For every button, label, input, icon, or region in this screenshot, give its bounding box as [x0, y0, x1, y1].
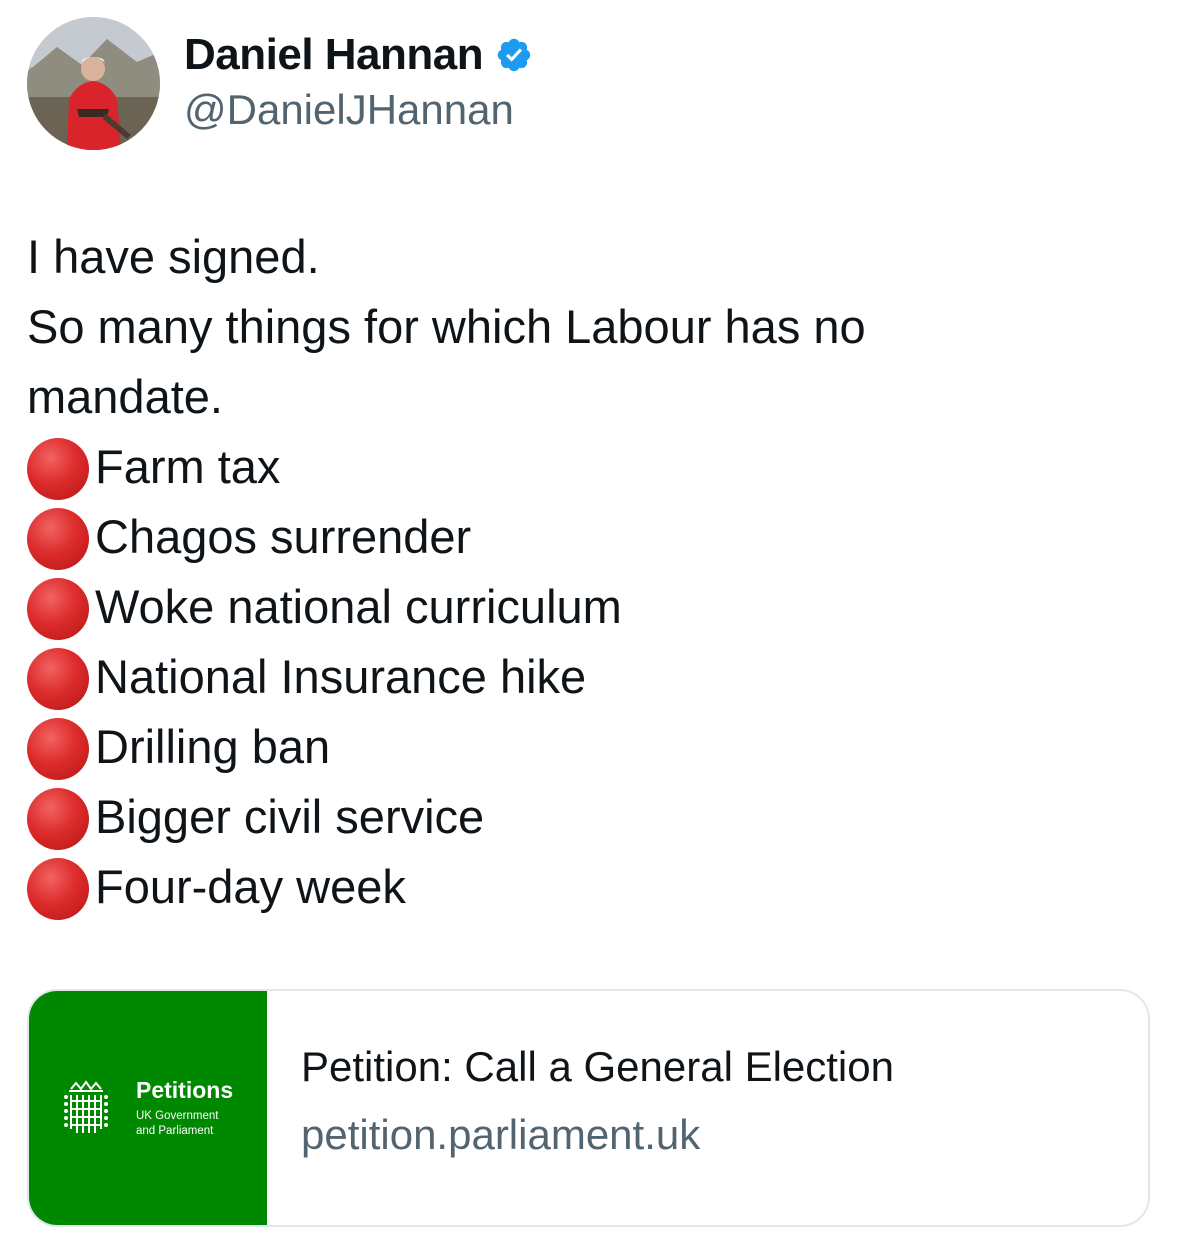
bullet-text: Farm tax — [95, 440, 281, 493]
bullet-text: Chagos surrender — [95, 510, 472, 563]
tweet-line: So many things for which Labour has no — [27, 300, 866, 353]
thumb-title: Petitions — [136, 1077, 234, 1103]
card-thumbnail: Petitions UK Government and Parliament — [29, 991, 267, 1225]
list-item: Four-day week — [27, 852, 1147, 922]
card-title[interactable]: Petition: Call a General Election — [301, 1043, 894, 1091]
red-circle-icon — [27, 508, 89, 570]
red-circle-icon — [27, 438, 89, 500]
list-item: Woke national curriculum — [27, 572, 1147, 642]
author-display-name[interactable]: Daniel Hannan — [184, 30, 484, 80]
tweet-line: mandate. — [27, 370, 223, 423]
bullet-text: National Insurance hike — [95, 650, 587, 703]
verified-badge-icon — [495, 36, 533, 74]
link-preview-card[interactable]: Petitions UK Government and Parliament P… — [27, 989, 1150, 1227]
list-item: National Insurance hike — [27, 642, 1147, 712]
bullet-text: Four-day week — [95, 860, 406, 913]
red-circle-icon — [27, 578, 89, 640]
red-circle-icon — [27, 648, 89, 710]
tweet-line: I have signed. — [27, 230, 320, 283]
tweet-text: I have signed. So many things for which … — [27, 222, 1147, 922]
thumb-subtitle-line: UK Government — [136, 1110, 219, 1122]
card-domain[interactable]: petition.parliament.uk — [301, 1111, 700, 1159]
portcullis-icon — [64, 1080, 108, 1133]
red-circle-icon — [27, 718, 89, 780]
list-item: Chagos surrender — [27, 502, 1147, 572]
list-item: Farm tax — [27, 432, 1147, 502]
thumb-subtitle-line: and Parliament — [136, 1125, 214, 1137]
bullet-text: Drilling ban — [95, 720, 331, 773]
red-circle-icon — [27, 858, 89, 920]
author-handle[interactable]: @DanielJHannan — [184, 86, 514, 134]
list-item: Bigger civil service — [27, 782, 1147, 852]
author-name-row: Daniel Hannan — [184, 30, 533, 80]
list-item: Drilling ban — [27, 712, 1147, 782]
red-circle-icon — [27, 788, 89, 850]
avatar-photo — [27, 17, 160, 150]
avatar[interactable] — [27, 17, 160, 150]
bullet-text: Woke national curriculum — [95, 580, 622, 633]
bullet-text: Bigger civil service — [95, 790, 485, 843]
thumb-subtitle: UK Government and Parliament — [136, 1109, 218, 1139]
